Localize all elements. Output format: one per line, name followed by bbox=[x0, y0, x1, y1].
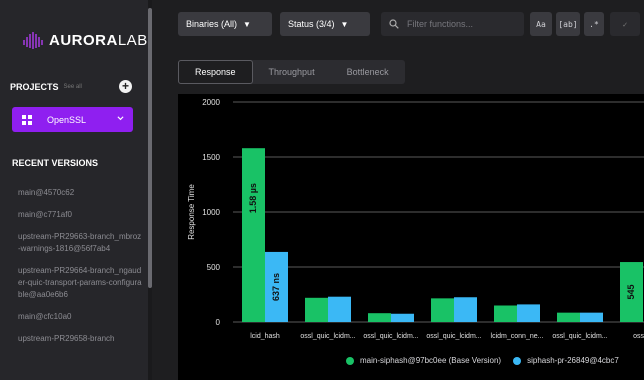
x-tick-label: ossl_quic_lcidm... bbox=[300, 333, 355, 340]
logo: AURORALABS bbox=[22, 30, 148, 50]
bar bbox=[494, 305, 517, 322]
status-filter-label: Status (3/4) bbox=[288, 19, 335, 29]
tab-throughput[interactable]: Throughput bbox=[253, 60, 331, 84]
bar bbox=[368, 313, 391, 322]
legend-swatch-base bbox=[346, 356, 354, 365]
y-tick-label: 500 bbox=[207, 263, 221, 272]
projects-title: PROJECTS bbox=[10, 82, 59, 92]
caret-down-icon: ▼ bbox=[243, 19, 251, 29]
search-input[interactable] bbox=[405, 18, 519, 30]
caret-down-icon: ▼ bbox=[340, 19, 349, 29]
bar bbox=[305, 297, 328, 322]
bar-value-label: 545 bbox=[626, 285, 636, 300]
binaries-filter-label: Binaries (All) bbox=[186, 19, 238, 29]
bar bbox=[391, 313, 414, 322]
version-item[interactable]: main@c771af0 bbox=[18, 209, 143, 221]
bar bbox=[431, 298, 454, 322]
project-grid-icon bbox=[22, 114, 32, 125]
y-tick-label: 0 bbox=[216, 318, 221, 327]
bar-value-label: 637 ns bbox=[271, 273, 281, 301]
y-tick-label: 1500 bbox=[202, 153, 220, 162]
project-selector[interactable]: OpenSSL bbox=[12, 107, 133, 132]
bar bbox=[454, 297, 477, 322]
status-filter-button[interactable]: Status (3/4) ▼ bbox=[280, 12, 370, 36]
version-item[interactable]: main@4570c62 bbox=[18, 187, 143, 199]
version-item[interactable]: upstream-PR29658-branch bbox=[18, 333, 143, 345]
match-case-button[interactable]: Aa bbox=[530, 12, 552, 36]
version-item[interactable]: upstream-PR29664-branch_ngauder-quic-tra… bbox=[18, 265, 143, 301]
x-tick-label: ossl_quic_lcidm... bbox=[426, 333, 481, 340]
logo-text: AURORALABS bbox=[49, 32, 148, 49]
main-panel: Binaries (All) ▼ Status (3/4) ▼ Aa [ab] … bbox=[152, 0, 644, 380]
match-word-button[interactable]: [ab] bbox=[556, 12, 580, 36]
tab-response[interactable]: Response bbox=[178, 60, 253, 84]
x-tick-label: lcid_hash bbox=[250, 333, 280, 340]
y-tick-label: 2000 bbox=[202, 98, 220, 107]
bar bbox=[580, 312, 603, 322]
search-icon bbox=[389, 19, 399, 29]
aurora-logo-icon bbox=[23, 32, 43, 49]
projects-header: PROJECTS See all + bbox=[10, 79, 136, 95]
chart-legend: main-siphash@97bc0ee (Base Version) siph… bbox=[346, 356, 619, 365]
logo-text-bold: AURORA bbox=[49, 31, 118, 49]
chart-svg: 0 500 1000 1500 2000 Response Time 1.58 µs 637 … bbox=[187, 98, 644, 340]
x-tick-label: lcidm_conn_ne... bbox=[491, 333, 544, 340]
tab-bottleneck[interactable]: Bottleneck bbox=[331, 60, 405, 84]
y-axis-label: Response Time bbox=[187, 184, 196, 240]
see-all-link[interactable]: See all bbox=[64, 84, 82, 90]
x-tick-label: ossl_c bbox=[633, 333, 644, 340]
bar bbox=[328, 296, 351, 322]
bar bbox=[557, 312, 580, 322]
project-name: OpenSSL bbox=[47, 114, 87, 125]
version-list: main@4570c62 main@c771af0 upstream-PR296… bbox=[18, 187, 143, 355]
bar bbox=[517, 304, 540, 322]
response-time-chart: 0 500 1000 1500 2000 Response Time 1.58 µs 637 … bbox=[178, 94, 644, 380]
regex-button[interactable]: .* bbox=[584, 12, 604, 36]
add-project-button[interactable]: + bbox=[119, 80, 132, 93]
y-tick-label: 1000 bbox=[202, 208, 220, 217]
bar bbox=[242, 148, 265, 322]
version-item[interactable]: upstream-PR29663-branch_mbroz-warnings-1… bbox=[18, 231, 143, 255]
legend-label-base[interactable]: main-siphash@97bc0ee (Base Version) bbox=[360, 356, 501, 365]
binaries-filter-button[interactable]: Binaries (All) ▼ bbox=[178, 12, 272, 36]
apply-filter-button[interactable]: ✓ bbox=[610, 12, 640, 36]
bar-value-label: 1.58 µs bbox=[248, 183, 258, 213]
legend-swatch-pr bbox=[513, 356, 522, 365]
function-search[interactable] bbox=[381, 12, 524, 36]
recent-versions-title: RECENT VERSIONS bbox=[12, 158, 99, 168]
chevron-down-icon bbox=[117, 116, 124, 121]
version-item[interactable]: main@cfc10a0 bbox=[18, 311, 143, 323]
x-tick-label: ossl_quic_lcidm... bbox=[552, 333, 607, 340]
chart-tabs: Response Throughput Bottleneck bbox=[178, 60, 405, 84]
legend-label-pr[interactable]: siphash-pr-26849@4cbc7 bbox=[527, 356, 619, 365]
logo-text-light: LABS bbox=[117, 31, 148, 49]
toolbar: Binaries (All) ▼ Status (3/4) ▼ Aa [ab] … bbox=[152, 0, 644, 46]
x-tick-label: ossl_quic_lcidm... bbox=[363, 333, 418, 340]
sidebar: AURORALABS PROJECTS See all + OpenSSL RE… bbox=[0, 0, 148, 380]
